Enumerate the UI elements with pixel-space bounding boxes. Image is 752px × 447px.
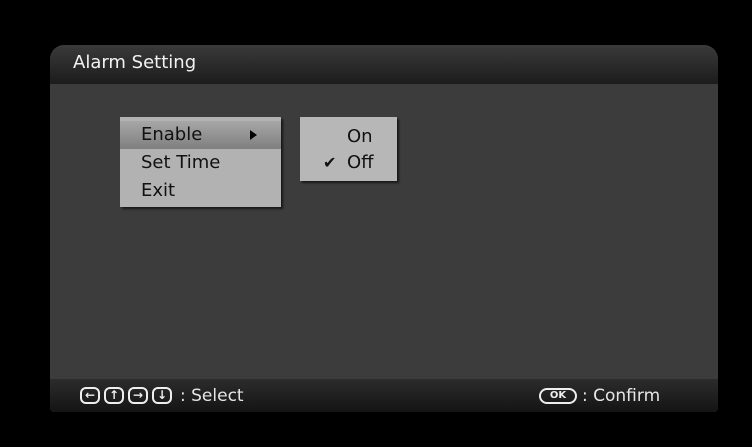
down-arrow-key-icon: ↓ [152,387,172,404]
menu-item-label: Set Time [141,152,221,173]
menu-item-set-time[interactable]: Set Time [120,149,281,177]
menu-item-exit[interactable]: Exit [120,177,281,205]
alarm-menu: Enable Set Time Exit [120,117,281,207]
select-hint: : Select [180,386,244,406]
right-arrow-key-icon: → [128,387,148,404]
menu-item-label: Exit [141,180,176,201]
option-off[interactable]: ✔ Off [300,149,397,177]
left-arrow-key-icon: ← [80,387,100,404]
menu-item-enable[interactable]: Enable [120,121,281,149]
option-on[interactable]: On [300,123,397,151]
submenu-arrow-icon [250,130,257,140]
option-label: Off [347,152,374,173]
ok-key-icon: OK [539,388,577,404]
alarm-setting-screen: Alarm Setting Enable Set Time Exit On ✔ … [50,45,718,412]
page-title: Alarm Setting [73,52,197,73]
menu-item-label: Enable [141,124,203,145]
option-label: On [347,126,373,147]
confirm-hint: : Confirm [582,386,661,406]
title-bar: Alarm Setting [50,45,718,84]
enable-submenu: On ✔ Off [300,117,397,181]
footer-hint-bar: ← ↑ → ↓ : Select OK : Confirm [50,379,718,412]
checkmark-icon: ✔ [323,153,337,172]
up-arrow-key-icon: ↑ [104,387,124,404]
